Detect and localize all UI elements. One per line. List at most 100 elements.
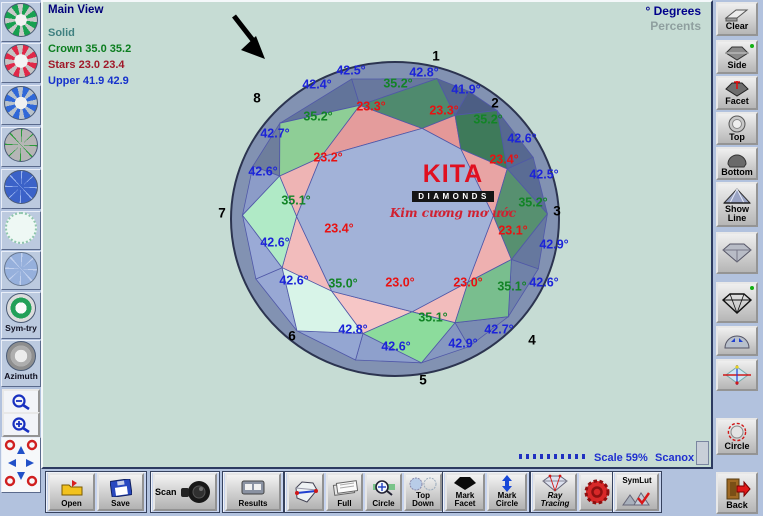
trace-group: Ray Tracing — [530, 471, 618, 513]
results-button[interactable]: Results — [225, 473, 281, 511]
azimuth-button[interactable]: Azimuth — [1, 340, 41, 387]
results-group: Results — [222, 471, 284, 513]
render-mode-label: Solid — [48, 27, 75, 39]
open-button[interactable]: Open — [48, 473, 95, 511]
diamond-top-view-canvas[interactable]: 42.5°42.8°42.4°41.9°42.7°42.6°42.6°42.5°… — [43, 2, 711, 467]
dotted-circle-icon — [5, 212, 37, 244]
facet-angle-label: 23.1° — [498, 223, 527, 237]
back-button[interactable]: Back — [716, 472, 758, 514]
legend-upper-label: Upper — [48, 75, 80, 87]
zoom-in-button[interactable] — [2, 412, 40, 437]
circle-zoom-button[interactable]: Circle — [365, 473, 402, 511]
show-line-button[interactable]: Show Line — [716, 182, 758, 227]
facet-angle-label: 42.6° — [529, 275, 558, 289]
magnifier-plus-icon — [10, 417, 32, 433]
facet-angle-label: 35.0° — [328, 276, 357, 290]
legend-upper: Upper 41.9 42.9 — [48, 75, 129, 87]
symmetry-button[interactable]: Sym-try — [1, 292, 41, 339]
top-down-button[interactable]: Top Down — [404, 473, 442, 511]
units-degrees-option[interactable]: ° Degrees — [646, 4, 702, 19]
legend-crown-min: 35.0 — [85, 43, 106, 55]
sketch-button[interactable] — [287, 473, 324, 511]
mark-circle-label: Mark Circle — [489, 492, 525, 509]
file-group: Open Save — [45, 471, 147, 513]
full-button[interactable]: Full — [326, 473, 363, 511]
kita-diamond-scanner-app: { "header": { "title": "Main View", "mod… — [0, 0, 763, 516]
gear-button[interactable] — [579, 473, 615, 511]
girdle-lines-view-button[interactable] — [1, 127, 41, 167]
panel-title: Main View — [48, 4, 103, 16]
wireframe-view-button[interactable] — [716, 282, 758, 323]
left-sidebar: Sym-try Azimuth — [0, 0, 40, 516]
facet-angle-label: 23.0° — [453, 275, 482, 289]
mark-circle-button[interactable]: Mark Circle — [487, 473, 527, 511]
scale-slider[interactable] — [519, 454, 587, 459]
facet-view-button[interactable]: Facet — [716, 76, 758, 110]
scale-label: Scale 59% — [594, 452, 648, 464]
symmetry-label: Sym-try — [5, 323, 37, 333]
vertex-number-label: 3 — [553, 204, 561, 219]
brand-label: Scanox — [655, 452, 694, 464]
facet-angle-label: 23.4° — [489, 152, 518, 166]
scan-button[interactable]: Scan — [153, 473, 217, 511]
open-label: Open — [61, 500, 81, 509]
pan-control[interactable] — [1, 437, 41, 493]
active-dot — [750, 286, 754, 290]
stars-view-button[interactable] — [1, 43, 41, 83]
diamond-bottom-icon — [726, 151, 748, 168]
symlut-button[interactable]: SymLut — [615, 473, 659, 511]
diamond-facet-icon — [724, 80, 750, 97]
dome-view-button[interactable] — [716, 326, 758, 356]
papers-icon — [332, 480, 358, 496]
resize-grip[interactable] — [696, 441, 709, 465]
camera-icon — [179, 478, 213, 506]
facet-angle-label: 42.4° — [302, 77, 331, 91]
ray-tracing-label: Ray Tracing — [535, 492, 575, 509]
floppy-disk-icon — [110, 479, 132, 497]
top-view-button[interactable]: Top — [716, 112, 758, 145]
legend-upper-min: 41.9 — [83, 75, 104, 87]
facet-angle-label: 42.6° — [381, 339, 410, 353]
bottom-view-button[interactable]: Bottom — [716, 147, 758, 180]
circle-button[interactable]: Circle — [716, 418, 758, 455]
facet-angle-label: 42.7° — [260, 126, 289, 140]
facet-angle-label: 42.9° — [448, 336, 477, 350]
circle-label: Circle — [724, 442, 749, 451]
facet-angle-label: 23.4° — [324, 221, 353, 235]
mark-facet-button[interactable]: Mark Facet — [445, 473, 485, 511]
legend-crown-label: Crown — [48, 43, 82, 55]
back-label: Back — [726, 501, 748, 510]
facet-angle-label: 42.9° — [539, 237, 568, 251]
show-line-label: Show Line — [718, 205, 756, 223]
units-percents-option[interactable]: Percents — [646, 19, 702, 34]
bottom-label: Bottom — [721, 168, 753, 177]
pan-arrows-icon — [4, 438, 38, 488]
vertex-number-label: 7 — [218, 206, 226, 221]
dotted-view-button[interactable] — [1, 211, 41, 250]
radial-green-icon — [4, 128, 38, 162]
circle-zoom-label: Circle — [372, 500, 394, 509]
zoom-out-button[interactable] — [2, 389, 40, 414]
side-view-button[interactable]: Side — [716, 40, 758, 74]
legend-upper-max: 42.9 — [107, 75, 128, 87]
faded-view-button[interactable] — [1, 251, 41, 290]
dome-icon — [723, 333, 751, 350]
facet-angle-label: 42.8° — [409, 65, 438, 79]
facet-angle-label: 35.2° — [473, 112, 502, 126]
solid-diamond-view-button[interactable] — [716, 232, 758, 274]
exit-door-icon — [723, 477, 751, 501]
axis-view-button[interactable] — [716, 359, 758, 391]
crown-view-button[interactable] — [1, 2, 41, 42]
save-button[interactable]: Save — [97, 473, 144, 511]
symlut-label: SymLut — [622, 475, 651, 486]
pavilion-view-button[interactable] — [1, 169, 41, 209]
ray-tracing-button[interactable]: Ray Tracing — [533, 473, 577, 511]
legend-crown-max: 35.2 — [110, 43, 131, 55]
facet-angle-label: 42.5° — [529, 167, 558, 181]
clear-button[interactable]: Clear — [716, 2, 758, 36]
viewer-icon — [240, 479, 266, 497]
upper-view-button[interactable] — [1, 85, 41, 125]
facet-angle-label: 35.1° — [418, 310, 447, 324]
crown-facets-icon — [4, 3, 38, 37]
vertex-number-label: 2 — [491, 96, 499, 111]
